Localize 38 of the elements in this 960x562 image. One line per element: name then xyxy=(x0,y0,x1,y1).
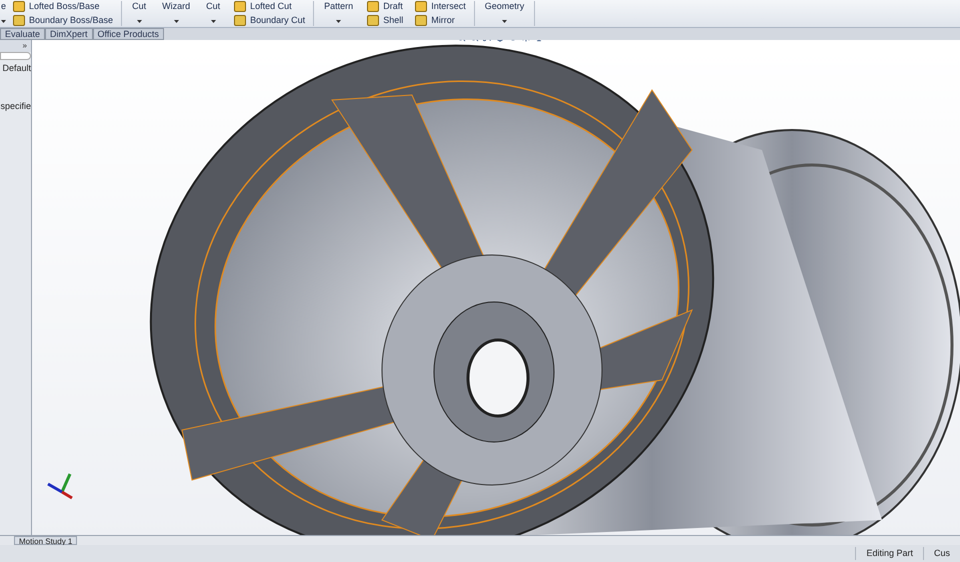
toolbar-button[interactable]: Cut xyxy=(206,1,220,12)
panel-field xyxy=(0,52,31,60)
tool-icon xyxy=(13,1,26,12)
command-tab[interactable]: DimXpert xyxy=(45,28,93,40)
toolbar-button[interactable]: e xyxy=(1,1,6,12)
toolbar-button[interactable]: Lofted Cut xyxy=(234,1,306,12)
caret-icon[interactable] xyxy=(174,20,179,23)
toolbar-button[interactable]: Intersect xyxy=(415,1,466,12)
toolbar-button[interactable]: Mirror xyxy=(415,15,466,26)
tool-icon xyxy=(367,1,380,12)
tool-icon xyxy=(415,15,428,26)
toolbar-button[interactable]: Draft xyxy=(367,1,404,12)
caret-icon[interactable] xyxy=(210,20,216,23)
status-text: Cus xyxy=(922,546,960,560)
motion-study-tab[interactable]: Motion Study 1 xyxy=(14,536,78,545)
tool-icon xyxy=(415,1,428,12)
caret-icon[interactable] xyxy=(502,20,507,23)
caret-icon[interactable] xyxy=(336,20,342,23)
toolbar-button[interactable]: Wizard xyxy=(162,1,190,12)
toolbar-button[interactable]: Shell xyxy=(367,15,404,26)
panel-text: Default xyxy=(1,63,31,74)
tool-icon xyxy=(234,15,246,26)
toolbar-button[interactable]: Lofted Boss/Base xyxy=(13,1,114,12)
expand-button[interactable]: » xyxy=(22,40,27,52)
panel-text: specifie xyxy=(0,101,31,112)
command-tab[interactable]: Office Products xyxy=(92,28,164,40)
caret-icon[interactable] xyxy=(1,20,6,23)
caret-icon[interactable] xyxy=(136,20,142,23)
toolbar-button[interactable]: Pattern xyxy=(324,1,354,12)
toolbar-button[interactable]: Geometry xyxy=(484,1,524,12)
status-text: Editing Part xyxy=(855,546,923,560)
toolbar-button[interactable]: Boundary Boss/Base xyxy=(13,15,114,26)
tool-icon xyxy=(13,15,26,26)
command-tab[interactable]: Evaluate xyxy=(0,28,46,40)
toolbar-button[interactable]: Boundary Cut xyxy=(234,15,306,26)
tool-icon xyxy=(234,1,246,12)
tool-icon xyxy=(367,15,380,26)
toolbar-button[interactable]: Cut xyxy=(132,1,146,12)
